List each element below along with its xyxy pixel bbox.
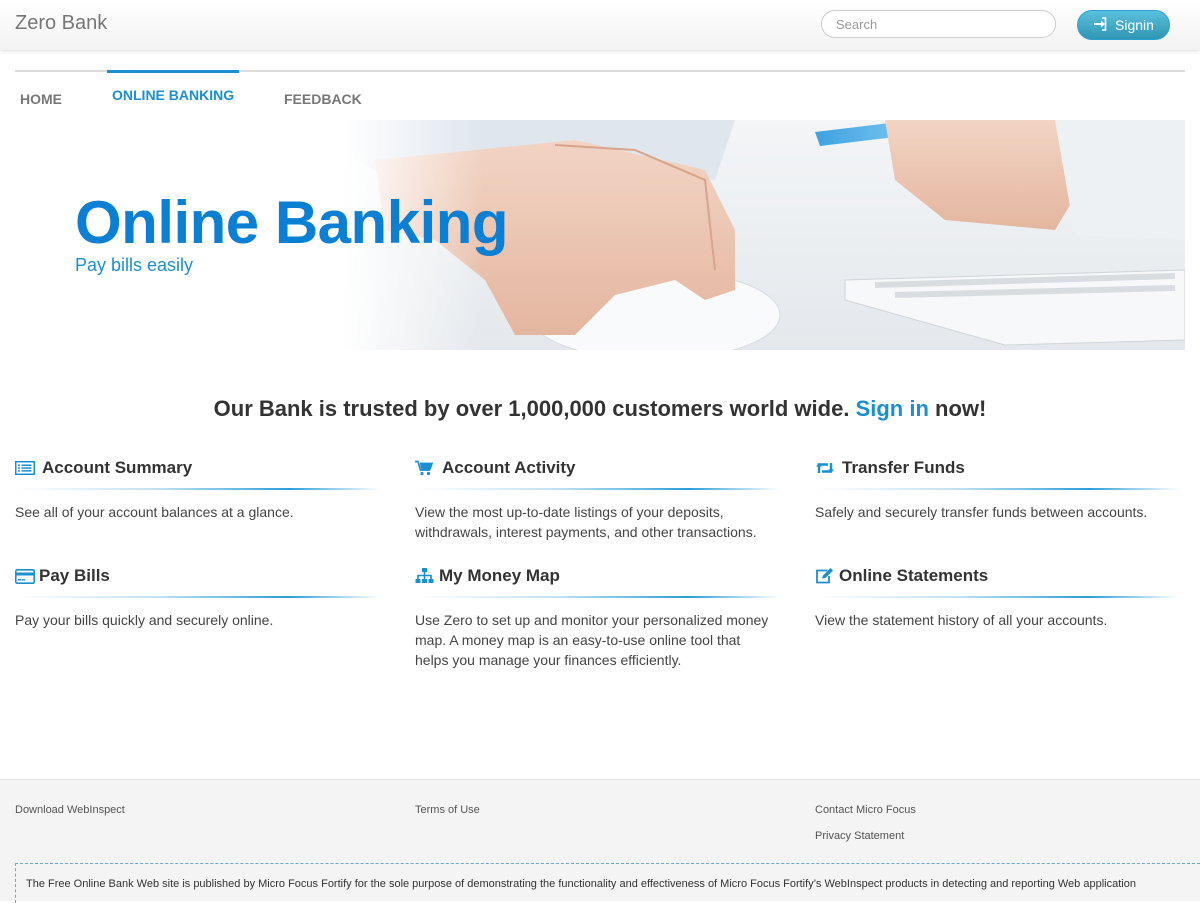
privacy-statement-link[interactable]: Privacy Statement (815, 830, 904, 842)
feature-divider (415, 596, 780, 598)
feature-title[interactable]: Online Statements (839, 566, 988, 586)
footer: Download WebInspect Terms of Use Contact… (0, 779, 1200, 903)
credit-card-icon (15, 568, 35, 584)
feature-divider (415, 488, 780, 490)
feature-divider (15, 596, 380, 598)
feature-divider (815, 596, 1180, 598)
download-webinspect-link[interactable]: Download WebInspect (15, 804, 125, 816)
feature-title[interactable]: My Money Map (439, 566, 560, 586)
trusted-text: Our Bank is trusted by over 1,000,000 cu… (213, 396, 850, 421)
tab-feedback[interactable]: FEEDBACK (239, 70, 368, 118)
main-nav: HOME ONLINE BANKING FEEDBACK (15, 70, 368, 120)
hero-banner: Online Banking Pay bills easily (15, 120, 1185, 350)
feature-description: Use Zero to set up and monitor your pers… (415, 612, 769, 668)
edit-icon (815, 568, 835, 584)
contact-link[interactable]: Contact Micro Focus (815, 804, 916, 816)
trusted-suffix: now! (935, 396, 987, 421)
tab-online-banking[interactable]: ONLINE BANKING (107, 70, 239, 118)
feature-description: Safely and securely transfer funds betwe… (815, 504, 1148, 520)
search-input[interactable] (821, 10, 1056, 38)
hero-subtitle: Pay bills easily (75, 255, 194, 275)
sitemap-icon (415, 568, 435, 584)
cart-icon (415, 460, 435, 476)
feature-title[interactable]: Account Activity (442, 458, 576, 478)
feature-online-statements: Online Statements View the statement his… (815, 564, 1185, 630)
feature-my-money-map: My Money Map Use Zero to set up and moni… (415, 564, 785, 670)
brand-logo[interactable]: Zero Bank (15, 12, 107, 35)
top-navbar: Zero Bank Signin (0, 0, 1200, 50)
signin-button[interactable]: Signin (1077, 10, 1170, 40)
signin-label: Signin (1115, 17, 1154, 33)
list-icon (15, 460, 35, 476)
trusted-banner: Our Bank is trusted by over 1,000,000 cu… (0, 396, 1200, 422)
feature-title[interactable]: Transfer Funds (842, 458, 965, 478)
feature-divider (815, 488, 1180, 490)
sign-in-icon (1093, 16, 1107, 34)
feature-title[interactable]: Account Summary (42, 458, 192, 478)
feature-description: View the most up-to-date listings of you… (415, 504, 757, 540)
terms-of-use-link[interactable]: Terms of Use (415, 804, 480, 816)
signin-link[interactable]: Sign in (856, 396, 929, 421)
retweet-icon (815, 460, 835, 476)
feature-divider (15, 488, 380, 490)
feature-title[interactable]: Pay Bills (39, 566, 110, 586)
feature-description: View the statement history of all your a… (815, 612, 1108, 628)
feature-transfer-funds: Transfer Funds Safely and securely trans… (815, 456, 1185, 522)
feature-account-summary: Account Summary See all of your account … (15, 456, 385, 522)
hero-title: Online Banking (75, 189, 509, 256)
tab-home[interactable]: HOME (15, 70, 107, 118)
feature-pay-bills: Pay Bills Pay your bills quickly and sec… (15, 564, 385, 630)
disclaimer-text: The Free Online Bank Web site is publish… (15, 863, 1200, 903)
feature-description: See all of your account balances at a gl… (15, 504, 294, 520)
feature-account-activity: Account Activity View the most up-to-dat… (415, 456, 785, 542)
feature-description: Pay your bills quickly and securely onli… (15, 612, 274, 628)
